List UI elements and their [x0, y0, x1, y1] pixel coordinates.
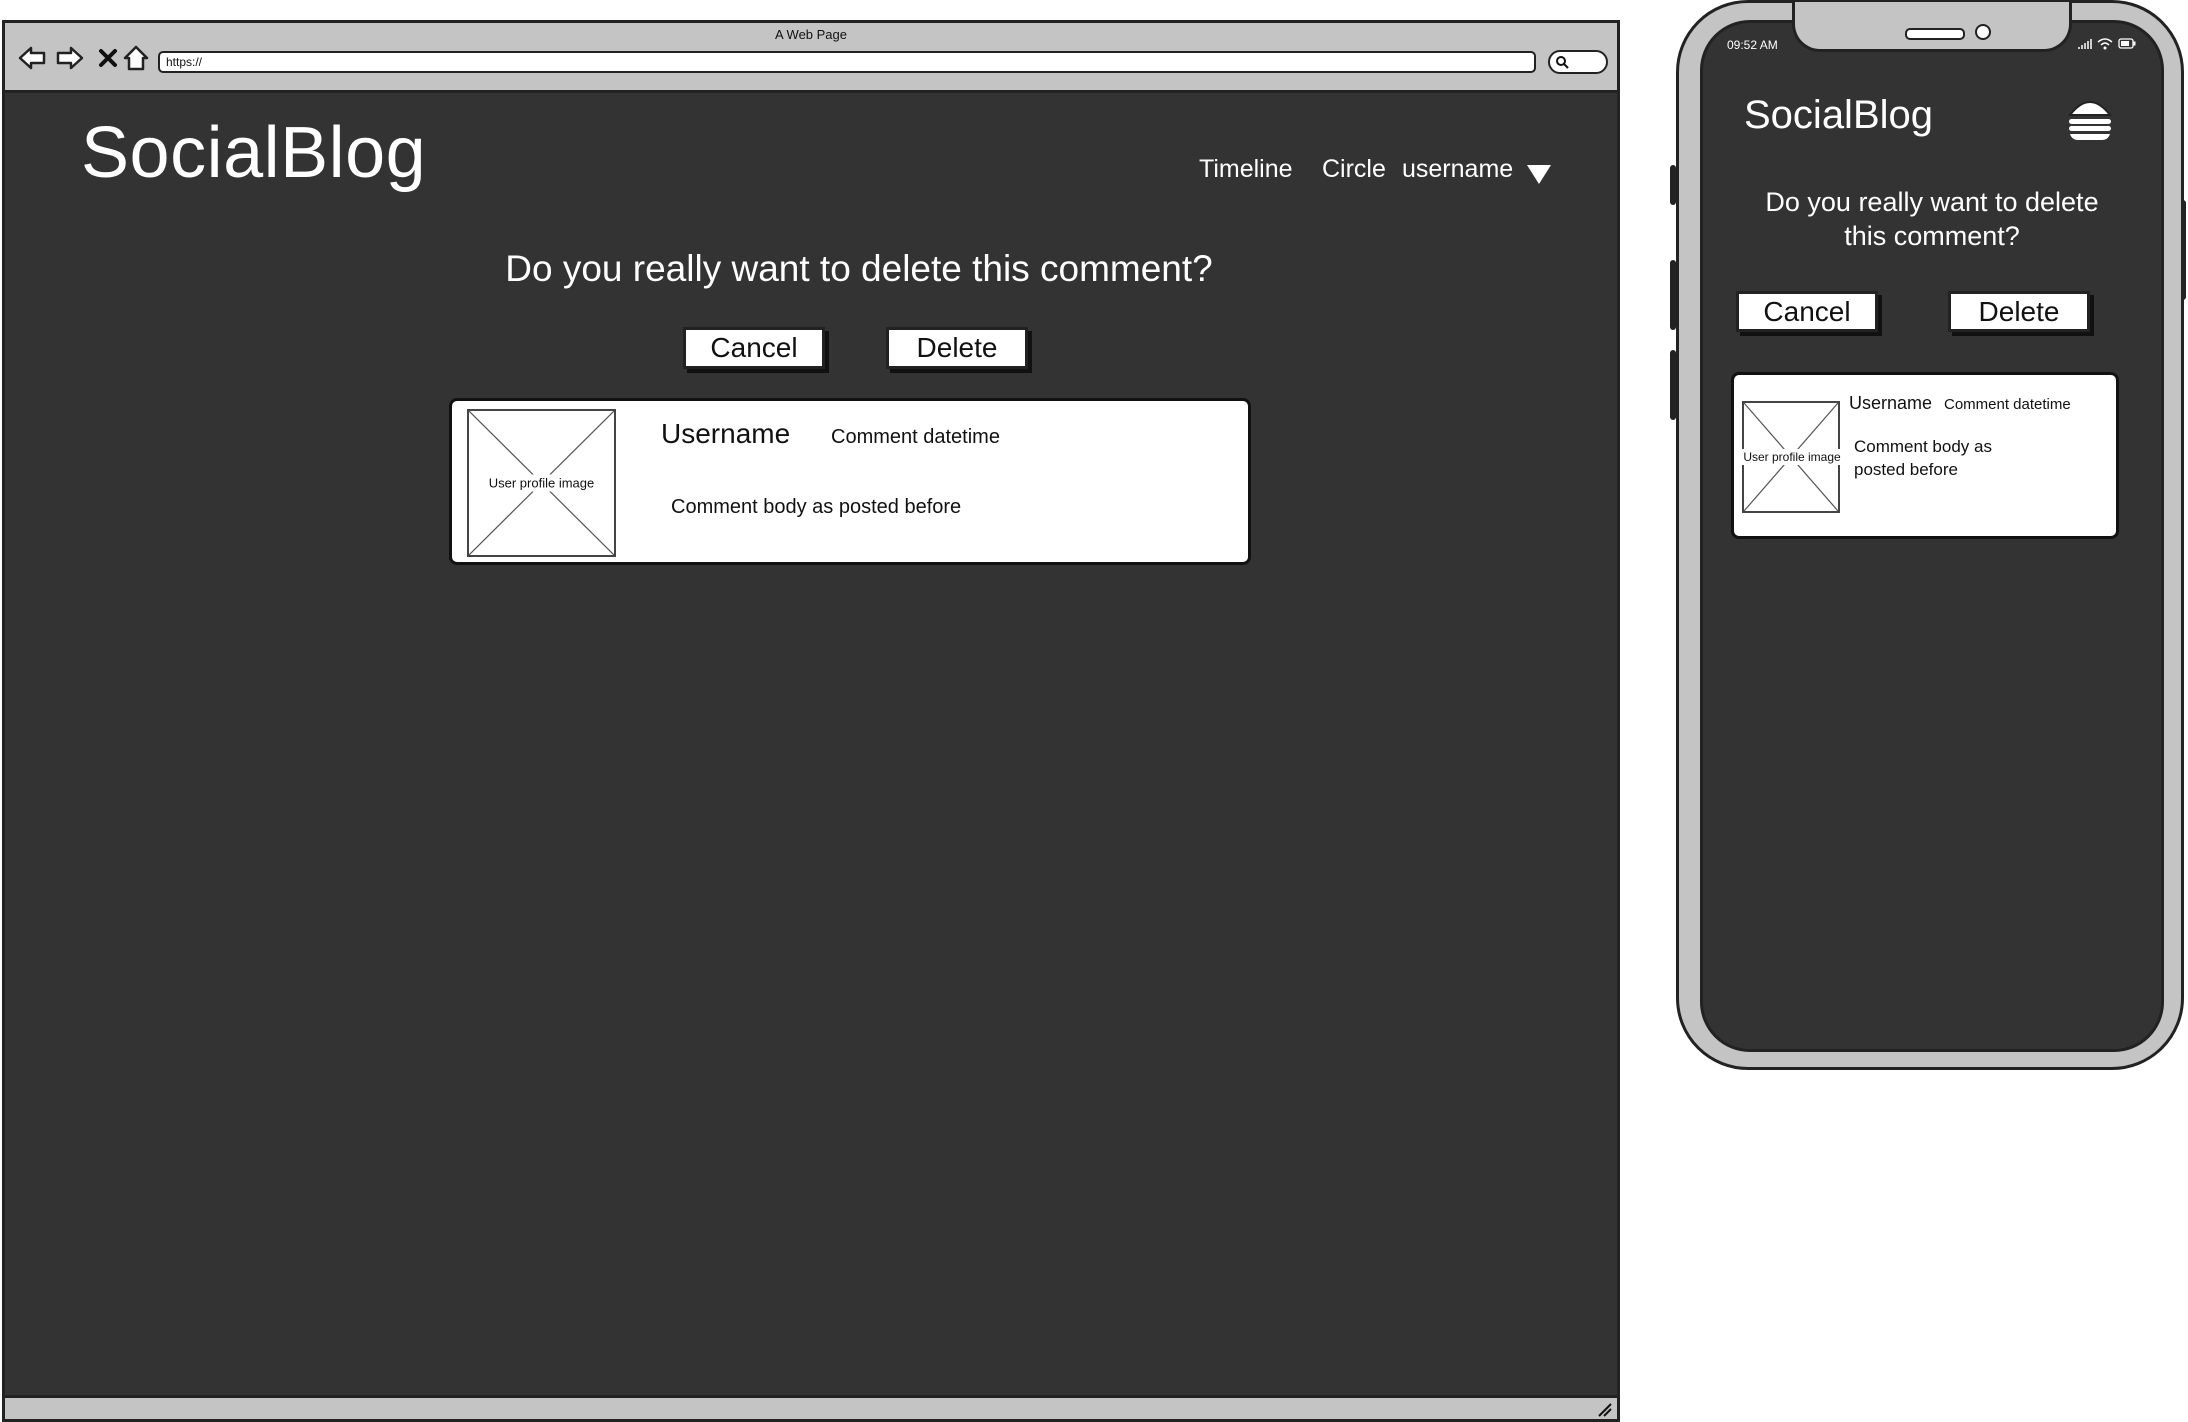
battery-icon: [2118, 38, 2136, 49]
user-profile-image: User profile image: [467, 409, 616, 557]
delete-button[interactable]: Delete: [886, 327, 1028, 369]
desktop-browser-window: A Web Page https://: [2, 20, 1620, 1422]
mobile-user-profile-image: User profile image: [1741, 401, 1843, 513]
mobile-comment-body: Comment body as posted before: [1854, 435, 1992, 481]
question-line-1: Do you really want to delete: [1765, 187, 2099, 217]
nav-link-username[interactable]: username: [1402, 155, 1513, 184]
forward-arrow-icon[interactable]: [55, 43, 85, 73]
comment-card: User profile image Username Comment date…: [449, 398, 1251, 565]
caret-down-icon[interactable]: [1525, 162, 1553, 186]
mobile-comment-username: Username: [1849, 393, 1933, 413]
hamburger-menu-icon[interactable]: [2066, 95, 2114, 141]
phone-notch: [1792, 2, 2072, 52]
comment-body-line-2: posted before: [1854, 460, 1958, 479]
front-camera: [1975, 24, 1991, 40]
delete-confirmation-question: Do you really want to delete this commen…: [505, 248, 1213, 289]
cancel-button[interactable]: Cancel: [683, 327, 825, 369]
status-time: 09:52 AM: [1727, 38, 1778, 52]
image-placeholder-label: User profile image: [1741, 449, 1843, 465]
window-title: A Web Page: [774, 27, 848, 42]
comment-body-line-1: Comment body as: [1854, 437, 1992, 456]
mobile-comment-card: User profile image Username Comment date…: [1731, 372, 2119, 539]
site-logo[interactable]: SocialBlog: [81, 112, 426, 194]
question-line-2: this comment?: [1844, 221, 2020, 251]
nav-link-timeline[interactable]: Timeline: [1199, 155, 1293, 184]
wifi-icon: [2097, 38, 2113, 50]
browser-status-bar: [5, 1395, 1617, 1419]
back-arrow-icon[interactable]: [17, 43, 47, 73]
url-input[interactable]: https://: [158, 51, 1536, 73]
mobile-delete-confirmation-question: Do you really want to delete this commen…: [1720, 185, 2144, 253]
mobile-site-logo[interactable]: SocialBlog: [1744, 93, 1933, 138]
browser-toolbar: A Web Page https://: [5, 23, 1617, 93]
search-button[interactable]: [1548, 50, 1608, 74]
speaker-grille: [1905, 28, 1965, 40]
search-icon: [1556, 56, 1569, 69]
close-icon[interactable]: [93, 43, 123, 73]
image-placeholder-label: User profile image: [485, 474, 598, 492]
nav-link-circle[interactable]: Circle: [1322, 155, 1386, 184]
mobile-delete-button[interactable]: Delete: [1948, 291, 2090, 332]
home-icon[interactable]: [121, 43, 151, 73]
signal-icon: [2078, 39, 2092, 49]
comment-username: Username: [661, 418, 791, 449]
comment-datetime: Comment datetime: [831, 426, 1000, 448]
mobile-comment-datetime: Comment datetime: [1944, 396, 2071, 413]
mobile-cancel-button[interactable]: Cancel: [1736, 291, 1878, 332]
resize-grip-icon[interactable]: [1595, 1400, 1613, 1418]
comment-body: Comment body as posted before: [671, 496, 962, 518]
